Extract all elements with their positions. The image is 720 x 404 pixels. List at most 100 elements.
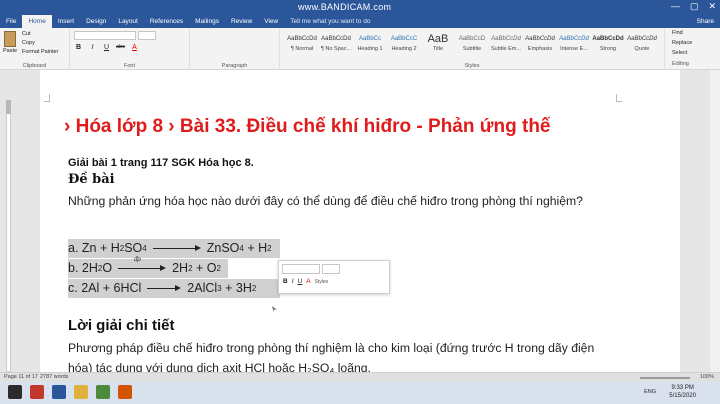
eq-sub: 4 (142, 243, 147, 253)
answer-paragraph: Phương pháp điều chế hiđro trong phòng t… (68, 341, 595, 372)
reaction-arrow: đp (118, 257, 167, 273)
tab-references[interactable]: References (144, 15, 189, 28)
paragraph-label: Paragraph (221, 63, 248, 69)
problem-heading: Đề bài (68, 172, 115, 187)
eq-text: SO (124, 241, 143, 255)
title-bar: www.BANDICAM.com — ▢ ✕ File Home Insert … (0, 0, 720, 28)
eq-text: b. 2H (68, 261, 98, 275)
exercise-heading: Giải bài 1 trang 117 SGK Hóa học 8. (68, 157, 254, 169)
vertical-scrollbar[interactable] (710, 70, 720, 372)
italic-button[interactable]: I (88, 44, 97, 51)
status-bar: Page 11 of 17 2787 words 100% (0, 372, 720, 382)
copy-button[interactable]: Copy (22, 40, 35, 46)
eq-text: c. 2Al + 6HCl (68, 281, 142, 295)
app-icon[interactable] (30, 385, 44, 399)
share-button[interactable]: Share (697, 15, 714, 28)
eq-sub: 2 (267, 243, 272, 253)
question-paragraph: Những phản ứng hóa học nào dưới đây có t… (68, 194, 583, 208)
tell-me-search[interactable]: Tell me what you want to do (284, 18, 370, 25)
ruler-margin-mark (6, 100, 11, 114)
zoom-level[interactable]: 100% (700, 374, 714, 380)
tab-insert[interactable]: Insert (52, 15, 80, 28)
eq-text: + H (243, 241, 268, 255)
format-painter-button[interactable]: Format Painter (22, 49, 58, 55)
tab-design[interactable]: Design (80, 15, 112, 28)
mini-bold-button[interactable]: B (283, 278, 288, 285)
clock-time: 9:33 PM (671, 385, 694, 391)
clock[interactable]: 9:33 PM 5/15/2020 (669, 384, 696, 400)
close-button[interactable]: ✕ (708, 1, 716, 12)
page-count[interactable]: Page 11 of 17 (4, 374, 38, 380)
equation-c: c. 2Al + 6HCl 2AlCl 3 + 3H 2 (68, 281, 256, 295)
word-count[interactable]: 2787 words (40, 374, 68, 380)
start-icon[interactable] (8, 385, 22, 399)
mini-toolbar: B I U A Styles (278, 260, 390, 294)
styles-label: Styles (464, 63, 480, 69)
margin-corner-mark (616, 94, 622, 102)
font-color-button[interactable]: A (130, 44, 139, 51)
find-button[interactable]: Find (672, 30, 683, 36)
eq-text: + 3H (221, 281, 252, 295)
eq-sub: 2 (251, 283, 257, 293)
tab-view[interactable]: View (258, 15, 284, 28)
zoom-slider[interactable] (640, 377, 690, 379)
ribbon-home: Paste Cut Copy Format Painter Clipboard … (0, 28, 720, 70)
folder-icon[interactable] (74, 385, 88, 399)
language-indicator[interactable]: ENG (644, 389, 656, 395)
chrome-icon[interactable] (96, 385, 110, 399)
tab-file[interactable]: File (0, 15, 22, 28)
font-name-select[interactable] (74, 31, 136, 40)
tab-review[interactable]: Review (225, 15, 258, 28)
mini-format-row: B I U A Styles (283, 278, 328, 285)
style-name: Quote (634, 46, 650, 52)
font-label: Font (123, 63, 135, 69)
clock-date: 5/15/2020 (669, 393, 696, 399)
document-title: › Hóa lớp 8 › Bài 33. Điều chế khí hiđro… (64, 116, 551, 137)
equation-a: a. Zn + H 2 SO 4 ZnSO 4 + H2 (68, 241, 272, 255)
paste-button[interactable]: Paste (3, 48, 17, 54)
ribbon-tabs: File Home Insert Design Layout Reference… (0, 15, 370, 28)
maximize-button[interactable]: ▢ (690, 1, 699, 12)
tab-layout[interactable]: Layout (112, 15, 144, 28)
mini-styles-button[interactable]: Styles (315, 279, 329, 285)
cut-button[interactable]: Cut (22, 31, 31, 37)
style-sample: AaBbCcDd (627, 36, 657, 42)
mini-font-select[interactable] (282, 264, 320, 274)
font-group: B I U abc A Font (70, 28, 190, 70)
style-quote[interactable]: AaBbCcDd Quote (622, 32, 662, 60)
tab-mailings[interactable]: Mailings (189, 15, 225, 28)
select-button[interactable]: Select (672, 50, 687, 56)
font-format-row: B I U abc A (74, 44, 139, 51)
mini-size-select[interactable] (322, 264, 340, 274)
bold-button[interactable]: B (74, 44, 83, 51)
solution-heading: Lời giải chi tiết (68, 317, 175, 334)
app-icon[interactable] (118, 385, 132, 399)
editing-label: Editing (672, 61, 689, 67)
word-icon[interactable] (52, 385, 66, 399)
tab-home[interactable]: Home (22, 15, 52, 28)
eq-text: 2H (172, 261, 189, 275)
recording-watermark: www.BANDICAM.com (298, 2, 392, 12)
paragraph-group: Paragraph (190, 28, 280, 70)
eq-text: O (102, 261, 113, 275)
strikethrough-button[interactable]: abc (116, 44, 125, 51)
reaction-arrow (152, 243, 201, 253)
replace-button[interactable]: Replace (672, 40, 692, 46)
eq-text: a. Zn + H (68, 241, 120, 255)
paste-icon[interactable] (4, 31, 16, 47)
clipboard-label: Clipboard (22, 63, 47, 69)
margin-corner-mark (44, 94, 50, 102)
vertical-ruler (6, 100, 11, 372)
reaction-arrow (147, 283, 182, 293)
clipboard-group: Paste Cut Copy Format Painter Clipboard (0, 28, 70, 70)
styles-group: AaBbCcDd ¶ Normal AaBbCcDd ¶ No Spac... Aa… (280, 28, 665, 70)
underline-button[interactable]: U (102, 44, 111, 51)
eq-sub: 2 (216, 263, 221, 273)
mini-underline-button[interactable]: U (298, 278, 303, 285)
font-size-select[interactable] (138, 31, 156, 40)
minimize-button[interactable]: — (671, 1, 680, 12)
eq-text: + O (192, 261, 217, 275)
mini-italic-button[interactable]: I (292, 278, 294, 285)
eq-text: 2AlCl (187, 281, 218, 295)
mini-font-color-button[interactable]: A (306, 278, 310, 285)
